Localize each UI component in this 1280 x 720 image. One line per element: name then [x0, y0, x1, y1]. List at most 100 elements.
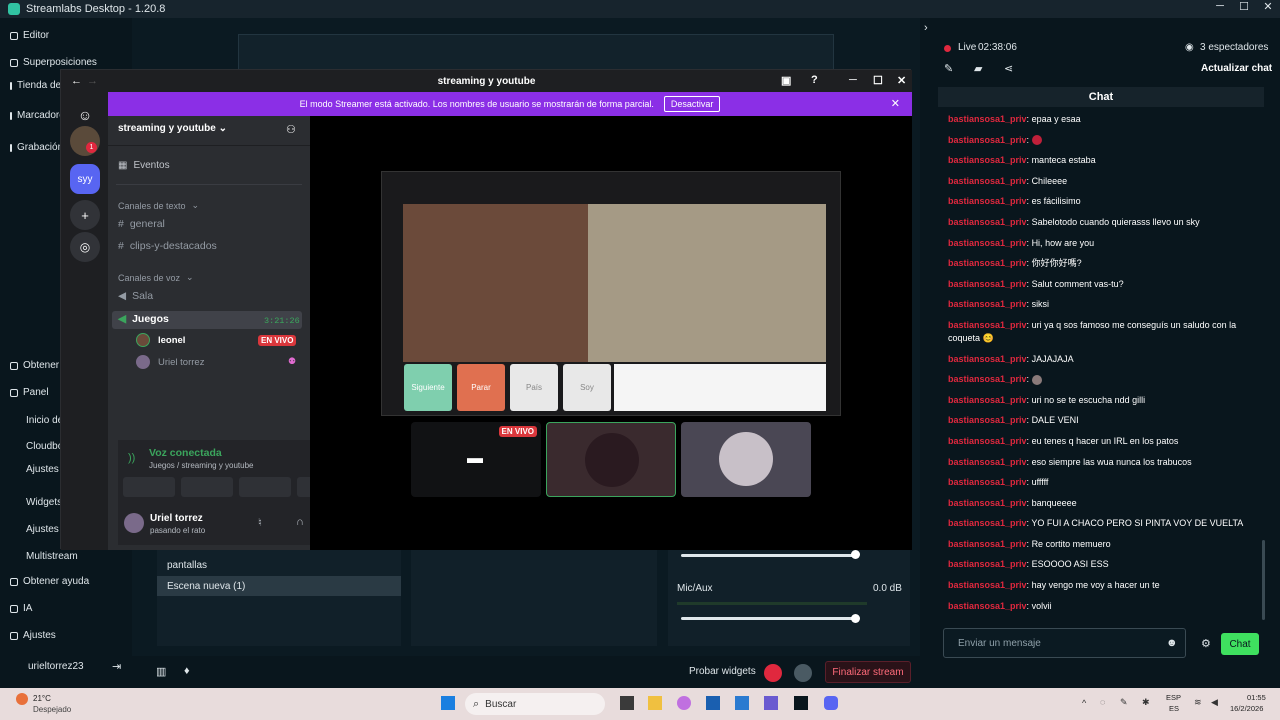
country-button[interactable]: País — [510, 364, 558, 411]
sidebar-item-settings[interactable]: Ajustes — [10, 630, 56, 641]
close-icon[interactable]: ✕ — [897, 74, 906, 87]
chat-username[interactable]: bastiansosa1_priv — [948, 176, 1027, 186]
chat-username[interactable]: bastiansosa1_priv — [948, 135, 1027, 145]
disable-streamer-button[interactable]: Desactivar — [663, 96, 721, 112]
channel-clips[interactable]: # clips-y-destacados — [118, 240, 217, 252]
chat-message-input[interactable]: Enviar un mensaje — [943, 628, 1186, 658]
sidebar-item-ai[interactable]: IA — [10, 603, 32, 614]
mic-volume-slider[interactable] — [681, 617, 858, 620]
windows-start-icon[interactable] — [441, 696, 455, 710]
close-icon[interactable]: ✕ — [891, 97, 900, 110]
edit-icon[interactable]: ✎ — [944, 62, 953, 75]
chat-username[interactable]: bastiansosa1_priv — [948, 114, 1027, 124]
finish-stream-button[interactable]: Finalizar stream — [825, 661, 911, 683]
dm-avatar[interactable] — [70, 126, 100, 156]
gender-button[interactable]: Soy — [563, 364, 611, 411]
scene-item[interactable]: Escena nueva (1) — [157, 576, 401, 596]
chat-username[interactable]: bastiansosa1_priv — [948, 498, 1027, 508]
share-icon[interactable]: ⋖ — [1004, 62, 1013, 75]
maximize-icon[interactable]: ☐ — [873, 74, 883, 87]
chat-username[interactable]: bastiansosa1_priv — [948, 238, 1027, 248]
edit-icon[interactable]: ✎ — [1120, 697, 1128, 708]
slider-handle[interactable] — [851, 614, 860, 623]
chat-username[interactable]: bastiansosa1_priv — [948, 279, 1027, 289]
chat-username[interactable]: bastiansosa1_priv — [948, 580, 1027, 590]
test-widgets-button[interactable]: Probar widgets — [689, 666, 756, 677]
desktop-volume-slider[interactable] — [681, 554, 858, 557]
sidebar-item-dashboard[interactable]: Panel — [10, 387, 49, 398]
slider-handle[interactable] — [851, 550, 860, 559]
next-button[interactable]: Siguiente — [404, 364, 452, 411]
voice-status[interactable]: Voz conectada — [149, 447, 222, 459]
logout-icon[interactable]: ⇥ — [112, 660, 121, 673]
chat-username[interactable]: bastiansosa1_priv — [948, 477, 1027, 487]
chevron-right-icon[interactable]: › — [924, 22, 928, 34]
chat-username[interactable]: bastiansosa1_priv — [948, 155, 1027, 165]
chat-username[interactable]: bastiansosa1_priv — [948, 299, 1027, 309]
search-box[interactable]: ⌕ Buscar — [465, 693, 605, 715]
chat-username[interactable]: bastiansosa1_priv — [948, 415, 1027, 425]
sidebar-item-recording[interactable]: Grabación — [10, 142, 60, 153]
volume-icon[interactable]: ◀ — [1211, 697, 1218, 708]
stream-video[interactable]: Siguiente Parar País Soy — [381, 171, 841, 416]
inbox-icon[interactable]: ▣ — [781, 74, 791, 87]
notification-icon[interactable]: ♦ — [184, 665, 190, 677]
copilot-icon[interactable] — [677, 696, 691, 710]
sidebar-sub-settings[interactable]: Ajustes — [26, 524, 59, 535]
screen-tile[interactable]: ▬ EN VIVO — [411, 422, 541, 497]
discord-icon[interactable] — [824, 696, 838, 710]
outlook-icon[interactable] — [735, 696, 749, 710]
voice-channel-sala[interactable]: ◀ Sala — [118, 290, 153, 302]
chat-username[interactable]: bastiansosa1_priv — [948, 374, 1027, 384]
forward-arrow-icon[interactable]: → — [87, 75, 98, 87]
clock-time[interactable]: 01:55 — [1247, 693, 1266, 702]
chat-username[interactable]: bastiansosa1_priv — [948, 320, 1027, 330]
chat-username[interactable]: bastiansosa1_priv — [948, 196, 1027, 206]
avatar[interactable] — [124, 513, 144, 533]
chevron-up-icon[interactable]: ^ — [1082, 698, 1086, 708]
voice-category[interactable]: Canales de voz ⌄ — [118, 272, 194, 283]
chat-username[interactable]: bastiansosa1_priv — [948, 457, 1027, 467]
screenshare-button[interactable] — [181, 477, 233, 497]
chat-username[interactable]: bastiansosa1_priv — [948, 518, 1027, 528]
sidebar-item-help[interactable]: Obtener ayuda — [10, 576, 89, 587]
activities-button[interactable] — [239, 477, 291, 497]
chat-username[interactable]: bastiansosa1_priv — [948, 258, 1027, 268]
folder-icon[interactable]: ▰ — [974, 62, 982, 75]
sidebar-sub-multistream[interactable]: Multistream — [26, 551, 78, 562]
help-icon[interactable]: ? — [811, 74, 818, 86]
chat-username[interactable]: bastiansosa1_priv — [948, 217, 1027, 227]
minimize-icon[interactable]: ─ — [1208, 0, 1232, 18]
teams-icon[interactable] — [764, 696, 778, 710]
stop-button[interactable]: Parar — [457, 364, 505, 411]
text-category[interactable]: Canales de texto ⌄ — [118, 200, 199, 211]
chat-username[interactable]: bastiansosa1_priv — [948, 539, 1027, 549]
channel-general[interactable]: # general — [118, 218, 165, 230]
chat-scrollbar[interactable] — [1262, 540, 1265, 620]
chat-username[interactable]: bastiansosa1_priv — [948, 436, 1027, 446]
streamlabs-icon[interactable] — [794, 696, 808, 710]
maximize-icon[interactable]: ☐ — [1232, 0, 1256, 18]
chat-username[interactable]: bastiansosa1_priv — [948, 559, 1027, 569]
send-chat-button[interactable]: Chat — [1221, 633, 1259, 655]
sidebar-sub-alert-settings[interactable]: Ajustes alertas — [26, 464, 92, 476]
voice-user[interactable]: leonel — [158, 335, 185, 346]
participant-tile[interactable] — [546, 422, 676, 497]
stats-icon[interactable]: ▥ — [156, 665, 166, 678]
chat-username[interactable]: bastiansosa1_priv — [948, 354, 1027, 364]
gear-icon[interactable]: ⚙ — [1201, 637, 1211, 650]
emoji-icon[interactable]: ☻ — [1166, 637, 1178, 649]
task-view-icon[interactable] — [620, 696, 634, 710]
add-server-icon[interactable]: + — [70, 200, 100, 230]
store-icon[interactable] — [706, 696, 720, 710]
back-arrow-icon[interactable]: ← — [71, 75, 82, 87]
mic-icon[interactable]: ♮ — [258, 516, 262, 529]
chat-username[interactable]: bastiansosa1_priv — [948, 601, 1027, 611]
server-name[interactable]: streaming y youtube ⌄ — [118, 123, 227, 134]
sidebar-item-app-store[interactable]: Tienda de aplicación — [10, 80, 60, 91]
add-user-icon[interactable]: ⚇ — [286, 123, 296, 136]
voice-user[interactable]: Uriel torrez — [158, 357, 204, 368]
bluetooth-icon[interactable]: ✱ — [1142, 697, 1150, 708]
sidebar-item-editor[interactable]: Editor — [10, 30, 49, 41]
sidebar-item-highlights[interactable]: Marcadores resaltados — [10, 110, 60, 121]
